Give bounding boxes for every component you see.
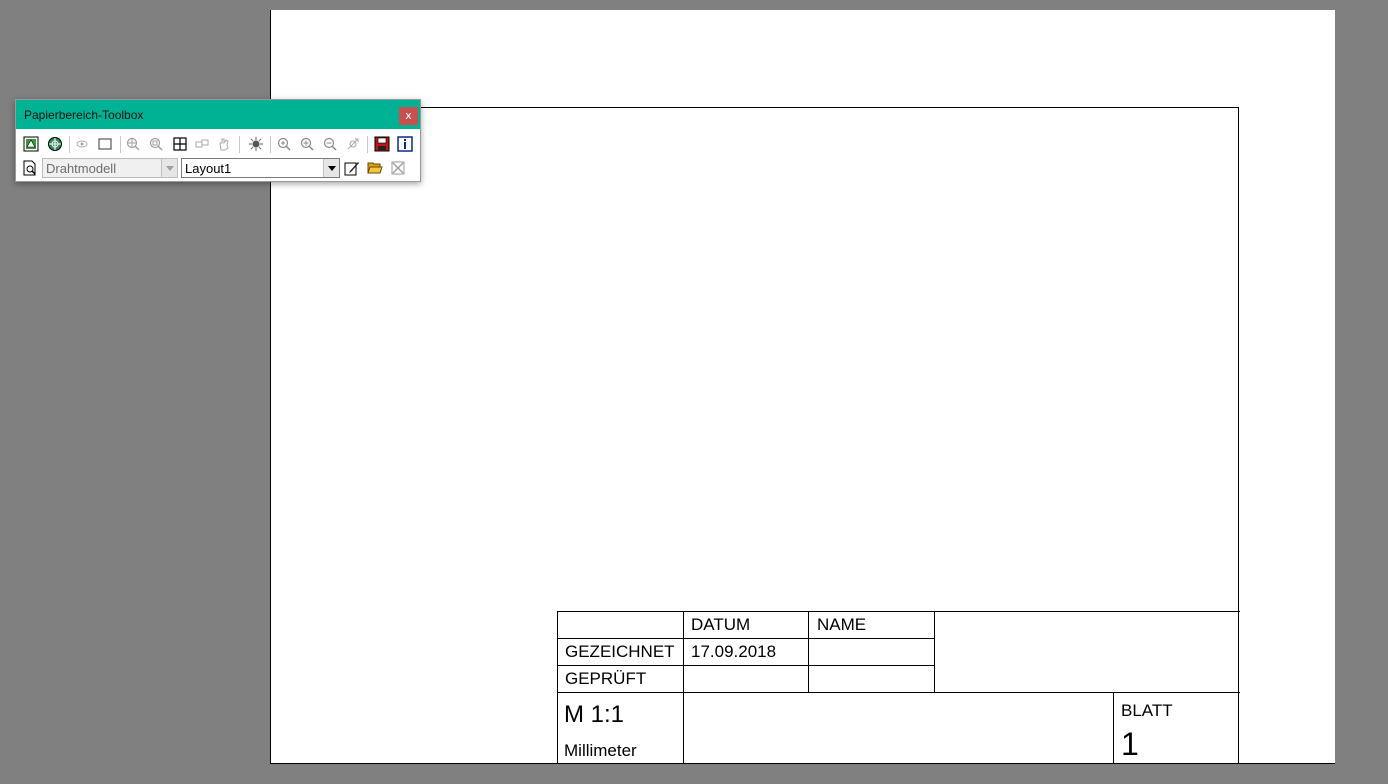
- view-style-value: Drahtmodell: [46, 161, 117, 176]
- title-block-line: [683, 611, 684, 764]
- zoom-extents-icon[interactable]: [148, 136, 164, 152]
- eye-icon[interactable]: [74, 136, 90, 152]
- pan-hand-icon[interactable]: [216, 136, 232, 152]
- scale-label: M 1:1: [564, 701, 625, 728]
- layout-value: Layout1: [185, 161, 232, 176]
- save-icon[interactable]: [374, 136, 390, 152]
- chevron-down-icon: [161, 159, 177, 177]
- blatt-label: BLATT: [1121, 701, 1173, 720]
- datum-header: DATUM: [691, 615, 751, 634]
- toolbox-row-2: Drahtmodell Layout1: [16, 157, 420, 179]
- title-block-line: [557, 611, 558, 764]
- light-icon[interactable]: [248, 136, 264, 152]
- toolbox-title: Papierbereich-Toolbox: [24, 108, 144, 122]
- model-space-icon[interactable]: [23, 136, 39, 152]
- toolbar-separator: [69, 136, 70, 153]
- geprueft-label: GEPRÜFT: [565, 669, 647, 688]
- globe-icon[interactable]: [47, 136, 63, 152]
- toolbar-separator: [270, 136, 271, 153]
- title-block-line: [808, 611, 809, 693]
- title-block-line: [1113, 692, 1114, 764]
- view-style-select[interactable]: Drahtmodell: [42, 158, 178, 178]
- layout-select[interactable]: Layout1: [181, 158, 340, 178]
- title-block-line: [557, 611, 1240, 612]
- toolbar-separator: [239, 136, 240, 153]
- zoom-out-icon[interactable]: [322, 136, 338, 152]
- delete-layout-icon[interactable]: [390, 160, 406, 176]
- blatt-number: 1: [1121, 726, 1139, 762]
- gezeichnet-label: GEZEICHNET: [565, 642, 675, 661]
- info-icon[interactable]: [397, 136, 413, 152]
- rectangle-icon[interactable]: [97, 136, 113, 152]
- zoom-realtime-icon[interactable]: [276, 136, 292, 152]
- toolbox-row-1: [16, 134, 420, 154]
- chevron-down-icon: [323, 159, 339, 177]
- toolbox-titlebar[interactable]: Papierbereich-Toolbox x: [16, 100, 420, 129]
- toolbar-separator: [120, 136, 121, 153]
- zoom-window-icon[interactable]: [125, 136, 141, 152]
- units-label: Millimeter: [564, 741, 637, 760]
- title-block-line: [557, 638, 935, 639]
- paperspace-toolbox: Papierbereich-Toolbox x Drahtmodell Layo…: [15, 99, 421, 182]
- viewport-grid-icon[interactable]: [172, 136, 188, 152]
- link-viewports-icon[interactable]: [194, 136, 210, 152]
- print-preview-icon[interactable]: [22, 160, 38, 176]
- close-button[interactable]: x: [399, 107, 418, 125]
- orbit-icon[interactable]: [345, 136, 361, 152]
- title-block-line: [557, 665, 935, 666]
- open-folder-icon[interactable]: [367, 159, 383, 175]
- title-block-line: [934, 611, 935, 693]
- title-block-line: [557, 692, 1240, 693]
- zoom-in-icon[interactable]: [299, 136, 315, 152]
- edit-layout-icon[interactable]: [344, 160, 360, 176]
- toolbar-separator: [367, 136, 368, 153]
- gezeichnet-date: 17.09.2018: [691, 642, 777, 661]
- name-header: NAME: [817, 615, 867, 634]
